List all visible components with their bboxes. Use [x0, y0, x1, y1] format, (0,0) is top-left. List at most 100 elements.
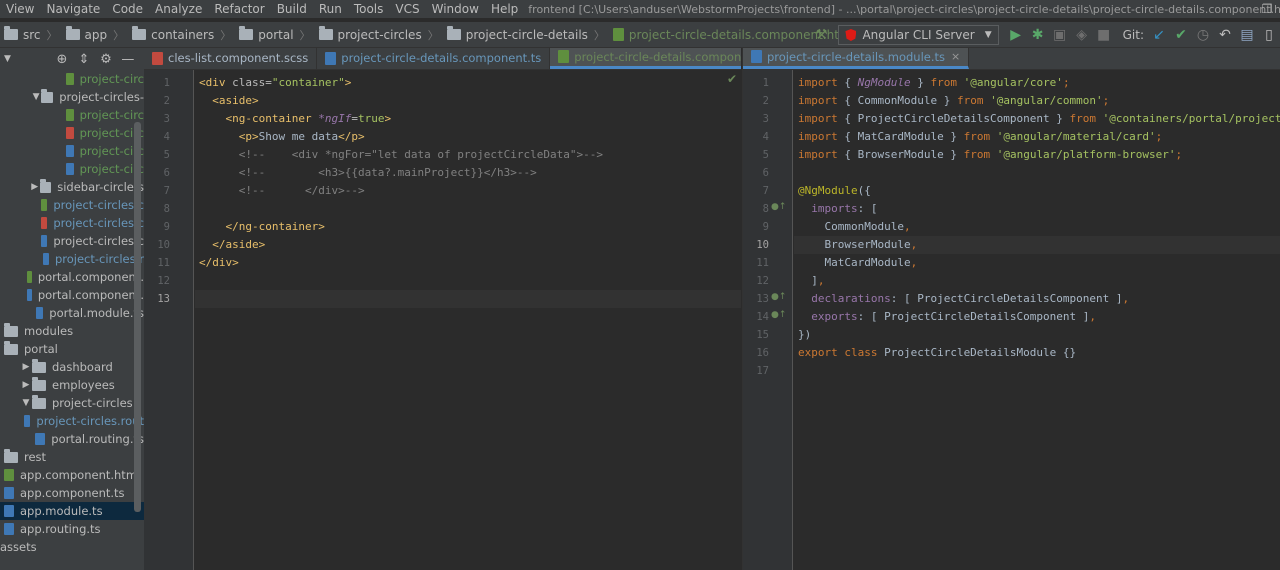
folder-icon — [65, 26, 80, 40]
tree-item[interactable]: assets — [0, 538, 144, 556]
project-tree-scrollbar[interactable] — [134, 122, 141, 512]
breadcrumb-item[interactable]: project-circle-details 〉 — [443, 26, 609, 43]
run-configuration-select[interactable]: Angular CLI Server ▼ — [838, 25, 999, 45]
tree-item[interactable]: project-circles.rout — [0, 412, 144, 430]
git-history-icon[interactable]: ◷ — [1192, 24, 1214, 46]
tree-item[interactable]: ▼ project-circles- — [0, 88, 144, 106]
tree-item[interactable]: app.component.ts — [0, 484, 144, 502]
menu-help[interactable]: Help — [485, 2, 524, 16]
project-structure-icon[interactable]: ▤ — [1236, 24, 1258, 46]
tree-item-label: project-circles.c — [53, 234, 144, 248]
editor-tab[interactable]: project-circle-details.module.ts × — [743, 48, 970, 69]
code-token: NgModule — [857, 76, 911, 89]
editor-tab[interactable]: project-circle-details.component.html× — [550, 48, 741, 69]
ts-file-icon — [35, 433, 46, 445]
editor-tabs-left: cles-list.component.scss project-circle-d… — [144, 48, 741, 70]
expanded-arrow-icon[interactable]: ▼ — [20, 398, 32, 408]
tree-item-label: project-circles.rout — [36, 414, 144, 428]
line-number: 2 — [163, 95, 170, 107]
tree-item[interactable]: project-circles.c — [0, 232, 144, 250]
panel-dropdown-icon[interactable]: ▼ — [4, 54, 11, 64]
tree-item[interactable]: ▶ dashboard — [0, 358, 144, 376]
tree-item-label: app.routing.ts — [20, 522, 101, 536]
implements-marker-icon[interactable]: ●↑ — [771, 310, 786, 320]
tree-item[interactable]: ▼ project-circles — [0, 394, 144, 412]
restore-window-button[interactable]: ❐ — [1254, 0, 1280, 18]
tree-item[interactable]: portal.routing.ts — [0, 430, 144, 448]
code-editor-html[interactable]: <div class="container"> <aside> <ng-cont… — [195, 70, 741, 570]
tree-item[interactable]: rest — [0, 448, 144, 466]
code-token: > — [384, 112, 392, 125]
code-token: <!-- </div>--> — [199, 184, 365, 197]
coverage-icon[interactable]: ▣ — [1049, 24, 1071, 46]
run-icon[interactable]: ▶ — [1005, 24, 1027, 46]
menu-build[interactable]: Build — [271, 2, 313, 16]
stop-icon[interactable]: ■ — [1093, 24, 1115, 46]
close-icon[interactable]: × — [951, 50, 960, 63]
code-editor-ts[interactable]: import { NgModule } from '@angular/core'… — [794, 70, 1280, 570]
git-update-icon[interactable]: ↙ — [1148, 24, 1170, 46]
tree-item[interactable]: project-circ — [0, 70, 144, 88]
menu-tools[interactable]: Tools — [348, 2, 390, 16]
code-line: <ng-container *ngIf=true> — [195, 110, 741, 128]
code-token: </div> — [199, 256, 239, 269]
menu-view[interactable]: View — [0, 2, 40, 16]
tree-item[interactable]: project-circ — [0, 160, 144, 178]
tree-item[interactable]: portal.module.ts — [0, 304, 144, 322]
profile-icon[interactable]: ◈ — [1071, 24, 1093, 46]
tree-item[interactable]: ▶ employees — [0, 376, 144, 394]
settings-gear-icon[interactable]: ⚙ — [95, 52, 117, 67]
tree-item[interactable]: app.routing.ts — [0, 520, 144, 538]
tree-item[interactable]: project-circ — [0, 124, 144, 142]
menu-run[interactable]: Run — [313, 2, 348, 16]
tree-item-label: rest — [24, 450, 47, 464]
locate-file-icon[interactable]: ⊕ — [51, 52, 73, 67]
tree-item[interactable]: modules — [0, 322, 144, 340]
collapsed-arrow-icon[interactable]: ▶ — [20, 362, 32, 372]
code-token: from — [956, 94, 991, 107]
collapsed-arrow-icon[interactable]: ▶ — [30, 182, 40, 192]
tree-item[interactable]: app.module.ts — [0, 502, 144, 520]
menu-navigate[interactable]: Navigate — [40, 2, 106, 16]
tree-item[interactable]: project-circles.c — [0, 196, 144, 214]
collapsed-arrow-icon[interactable]: ▶ — [20, 380, 32, 390]
tree-item[interactable]: portal.component. — [0, 268, 144, 286]
build-hammer-icon[interactable]: ⚒ — [810, 24, 832, 46]
code-token: declarations — [798, 292, 891, 305]
breadcrumb-item[interactable]: app 〉 — [62, 26, 129, 43]
expanded-arrow-icon[interactable]: ▼ — [31, 92, 41, 102]
tree-item[interactable]: project-circles.c — [0, 214, 144, 232]
tree-item[interactable]: project-circ — [0, 106, 144, 124]
more-icon[interactable]: ▯ — [1258, 24, 1280, 46]
breadcrumb-item[interactable]: portal 〉 — [235, 26, 314, 43]
git-rollback-icon[interactable]: ↶ — [1214, 24, 1236, 46]
editor-tab[interactable]: cles-list.component.scss — [144, 48, 318, 69]
menu-vcs[interactable]: VCS — [389, 2, 425, 16]
menu-refactor[interactable]: Refactor — [208, 2, 270, 16]
tree-item[interactable]: app.component.html — [0, 466, 144, 484]
git-commit-icon[interactable]: ✔ — [1170, 24, 1192, 46]
code-line: </div> — [195, 254, 741, 272]
debug-icon[interactable]: ✱ — [1027, 24, 1049, 46]
menu-window[interactable]: Window — [426, 2, 485, 16]
tree-item[interactable]: portal — [0, 340, 144, 358]
breadcrumb-item[interactable]: src 〉 — [0, 26, 62, 43]
tree-item[interactable]: portal.component. — [0, 286, 144, 304]
breadcrumb-item[interactable]: project-circles 〉 — [315, 26, 443, 43]
tree-item[interactable]: ▶ sidebar-circle-s — [0, 178, 144, 196]
code-token: '@containers/portal/project- — [1102, 112, 1280, 125]
line-number: 11 — [157, 257, 170, 269]
editor-tab[interactable]: project-circle-details.component.ts — [317, 48, 551, 69]
code-token: import — [798, 76, 845, 89]
tree-item[interactable]: project-circles.r — [0, 250, 144, 268]
menu-analyze[interactable]: Analyze — [149, 2, 208, 16]
breadcrumb-item[interactable]: containers 〉 — [128, 26, 235, 43]
collapse-all-icon[interactable]: ⇕ — [73, 52, 95, 67]
code-token: , — [1089, 310, 1097, 323]
implements-marker-icon[interactable]: ●↑ — [771, 292, 786, 302]
hide-panel-icon[interactable]: — — [117, 52, 139, 67]
breadcrumb: src 〉 app 〉 containers 〉 portal 〉 project-circle… — [0, 26, 858, 43]
tree-item[interactable]: project-circ — [0, 142, 144, 160]
menu-code[interactable]: Code — [106, 2, 149, 16]
implements-marker-icon[interactable]: ●↑ — [771, 202, 786, 212]
